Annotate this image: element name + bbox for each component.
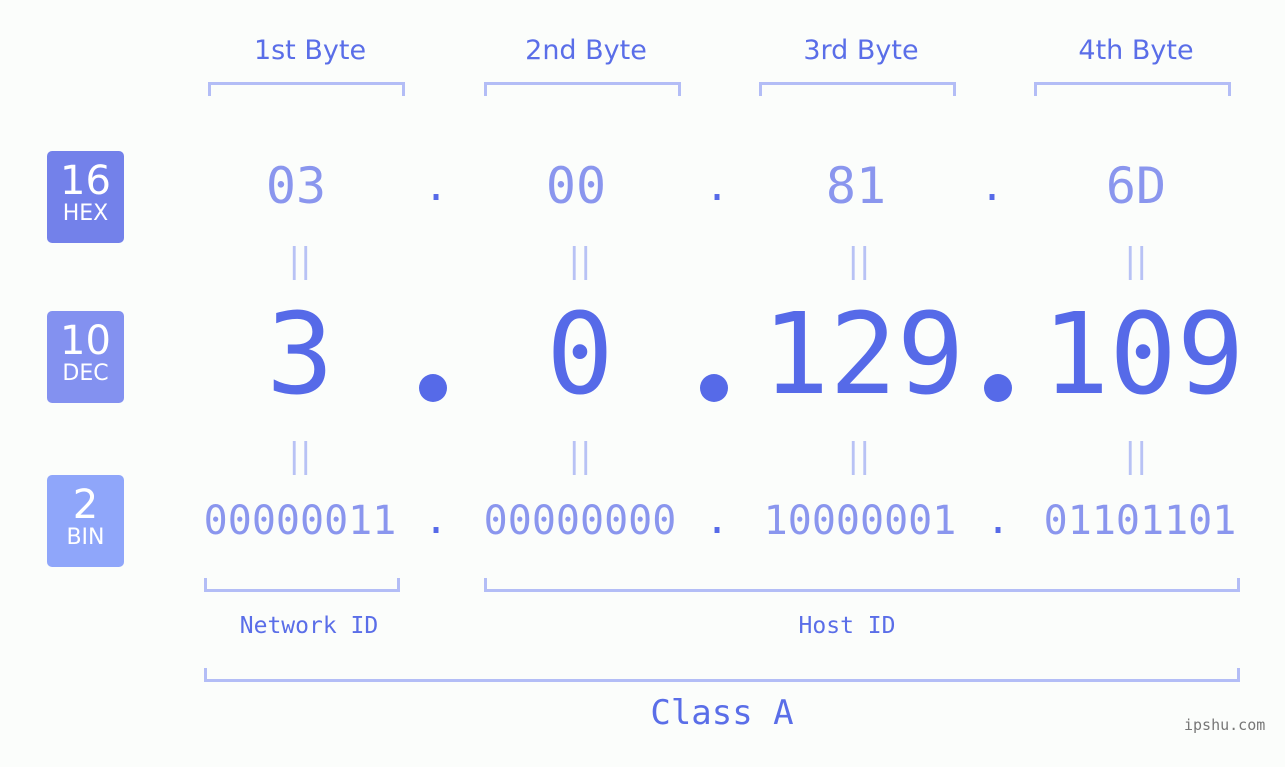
equals-icon: ||	[288, 241, 312, 281]
dec-value-2: 0	[546, 290, 614, 420]
class-label: Class A	[650, 693, 794, 733]
bin-base-label: BIN	[66, 525, 105, 550]
equals-icon: ||	[568, 241, 592, 281]
dec-value-1: 3	[266, 290, 334, 420]
byte-header-1: 1st Byte	[253, 35, 367, 66]
hex-base-number: 16	[60, 158, 111, 204]
site-credit: ipshu.com	[1184, 716, 1266, 734]
host-id-bracket	[484, 578, 1240, 592]
dec-base-number: 10	[60, 318, 111, 364]
hex-separator: .	[704, 164, 730, 210]
byte-header-2: 2nd Byte	[525, 35, 647, 66]
hex-value-1: 03	[265, 157, 327, 215]
equals-icon: ||	[1124, 436, 1148, 476]
dec-value-4: 109	[1042, 290, 1245, 420]
network-id-bracket	[204, 578, 400, 592]
bin-badge: 2 BIN	[47, 475, 124, 567]
byte-bracket-1	[208, 82, 405, 96]
bin-value-1: 00000011	[203, 498, 397, 544]
dec-separator-dot	[984, 374, 1012, 402]
dec-separator-dot	[419, 374, 447, 402]
equals-icon: ||	[568, 436, 592, 476]
bin-separator: .	[985, 497, 1011, 543]
class-bracket	[204, 668, 1240, 682]
dec-separator-dot	[700, 374, 728, 402]
hex-base-label: HEX	[62, 201, 109, 226]
bin-value-3: 10000001	[763, 498, 957, 544]
host-id-label: Host ID	[798, 613, 896, 639]
hex-separator: .	[423, 164, 449, 210]
byte-bracket-2	[484, 82, 681, 96]
equals-icon: ||	[847, 241, 871, 281]
hex-value-2: 00	[545, 157, 607, 215]
hex-value-4: 6D	[1105, 157, 1167, 215]
bin-separator: .	[704, 497, 730, 543]
bin-value-2: 00000000	[483, 498, 677, 544]
equals-icon: ||	[847, 436, 871, 476]
bin-separator: .	[423, 497, 449, 543]
byte-bracket-3	[759, 82, 956, 96]
hex-separator: .	[979, 164, 1005, 210]
dec-value-3: 129	[762, 290, 965, 420]
network-id-label: Network ID	[239, 613, 379, 639]
equals-icon: ||	[1124, 241, 1148, 281]
byte-header-4: 4th Byte	[1078, 35, 1194, 66]
bin-value-4: 01101101	[1043, 498, 1237, 544]
hex-value-3: 81	[825, 157, 887, 215]
equals-icon: ||	[288, 436, 312, 476]
dec-badge: 10 DEC	[47, 311, 124, 403]
bin-base-number: 2	[72, 482, 99, 528]
byte-bracket-4	[1034, 82, 1231, 96]
dec-base-label: DEC	[62, 361, 109, 386]
byte-header-3: 3rd Byte	[803, 35, 919, 66]
hex-badge: 16 HEX	[47, 151, 124, 243]
